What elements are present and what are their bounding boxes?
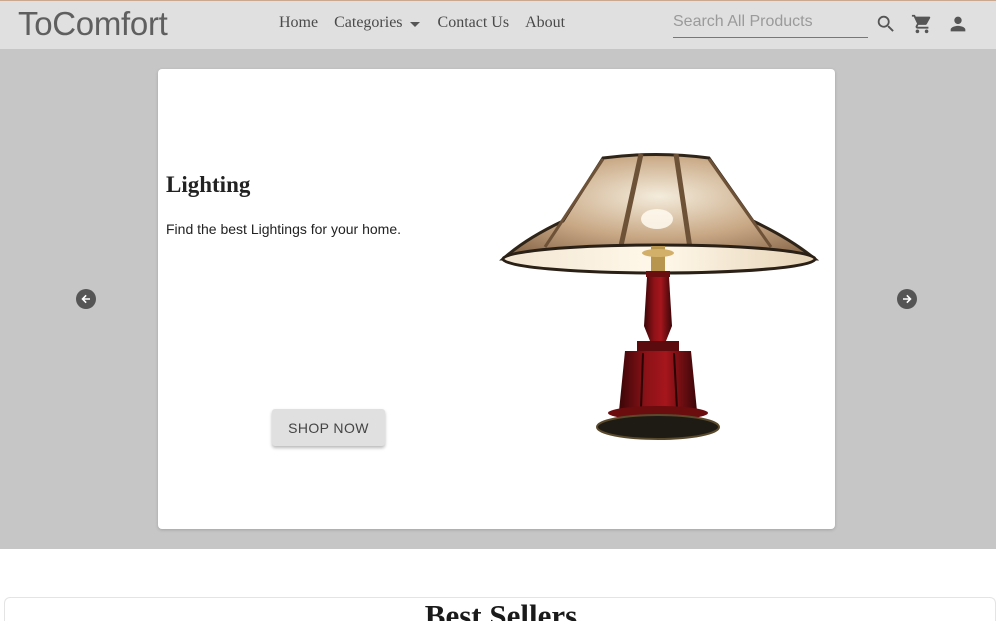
table-lamp-image <box>499 153 820 440</box>
hero-carousel: Lighting Find the best Lightings for you… <box>0 49 996 549</box>
search-icon[interactable] <box>875 13 897 35</box>
nav-contact-link[interactable]: Contact Us <box>438 14 510 32</box>
nav-about-link[interactable]: About <box>525 14 565 32</box>
site-logo[interactable]: ToComfort <box>18 5 168 43</box>
carousel-slide: Lighting Find the best Lightings for you… <box>158 69 835 529</box>
shop-now-button[interactable]: SHOP NOW <box>272 409 385 446</box>
slide-description: Find the best Lightings for your home. <box>166 221 402 237</box>
nav-home-link[interactable]: Home <box>279 14 318 32</box>
top-app-bar: ToComfort Home Categories Contact Us Abo… <box>0 0 996 49</box>
nav-categories-dropdown[interactable]: Categories <box>334 14 420 32</box>
cart-icon[interactable] <box>911 13 933 35</box>
arrow-right-icon[interactable] <box>897 289 917 309</box>
account-icon[interactable] <box>947 13 969 35</box>
caret-down-icon <box>409 22 420 27</box>
slide-title: Lighting <box>166 172 251 197</box>
best-sellers-heading: Best Sellers <box>424 598 578 621</box>
main-nav: Home Categories Contact Us About <box>279 14 565 32</box>
search-input[interactable] <box>673 10 868 34</box>
search-field <box>673 10 868 38</box>
nav-categories-label: Categories <box>334 14 403 31</box>
arrow-left-icon[interactable] <box>76 289 96 309</box>
